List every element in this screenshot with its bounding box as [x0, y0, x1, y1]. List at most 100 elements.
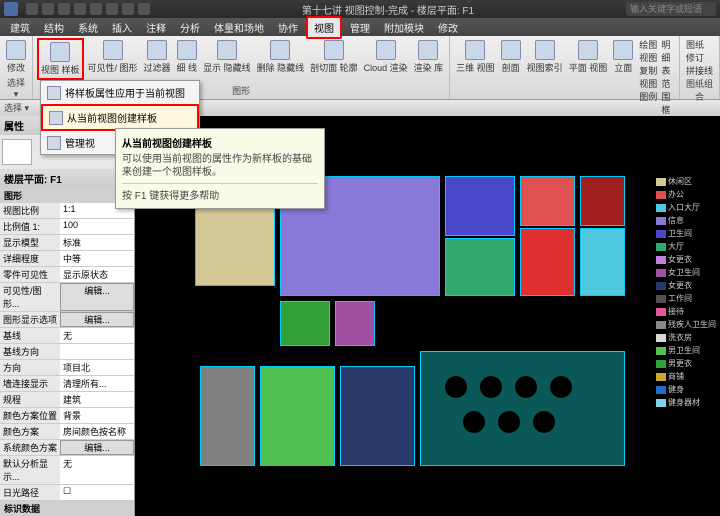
tab-addins[interactable]: 附加模块 — [378, 18, 430, 37]
elevation-button[interactable]: 立面 — [611, 38, 635, 76]
qat-icon[interactable] — [74, 3, 86, 15]
prop-value[interactable]: 清理所有... — [60, 376, 134, 391]
visibility-button[interactable]: 可见性/ 图形 — [86, 38, 140, 76]
prop-value[interactable]: 背景 — [60, 408, 134, 423]
qat-icon[interactable] — [42, 3, 54, 15]
legend-item: 接待 — [656, 306, 716, 317]
matchline-button[interactable]: 拼接线 — [684, 64, 713, 77]
tooltip-body: 可以使用当前视图的属性作为新样板的基础来创建一个视图样板。 — [122, 153, 318, 179]
floor-plan — [195, 176, 625, 476]
prop-row: 日光路径☐ — [0, 485, 134, 501]
legend-item: 女卫生间 — [656, 267, 716, 278]
qat-icon[interactable] — [138, 3, 150, 15]
filters-button[interactable]: 过滤器 — [142, 38, 173, 76]
prop-row: 系统颜色方案编辑... — [0, 440, 134, 456]
scope-box-button[interactable]: 范围 框 — [659, 77, 675, 116]
prop-value[interactable] — [60, 344, 134, 359]
tab-modify[interactable]: 修改 — [432, 18, 464, 37]
legend-label: 卫生间 — [668, 228, 692, 239]
prop-value[interactable]: 无 — [60, 456, 134, 484]
prop-value[interactable]: ☐ — [60, 485, 134, 500]
tab-massing[interactable]: 体量和场地 — [208, 18, 270, 37]
prop-value[interactable]: 项目北 — [60, 360, 134, 375]
color-legend: 休闲区办公入口大厅信息卫生间大厅女更衣女卫生间女更衣工作间接待残疾人卫生间洗衣房… — [656, 176, 716, 410]
cloud-render-button[interactable]: Cloud 渲染 — [362, 38, 410, 76]
prop-key: 墙连接显示 — [0, 376, 60, 391]
prop-row: 基线无 — [0, 328, 134, 344]
qat-icon[interactable] — [122, 3, 134, 15]
cut-profile-button[interactable]: 剖切面 轮廓 — [308, 38, 360, 76]
prop-value[interactable]: 编辑... — [60, 312, 134, 327]
prop-value[interactable]: 100 — [60, 219, 134, 234]
tab-system[interactable]: 系统 — [72, 18, 104, 37]
search-input[interactable]: 输入关键字或短语 — [626, 2, 716, 16]
revision-button[interactable]: 修订 — [684, 51, 713, 64]
plan-views-button[interactable]: 平面 视图 — [567, 38, 610, 76]
ribbon-group-sheets: 图纸 修订 拼接线 图纸组合 — [680, 36, 720, 99]
prop-value[interactable]: 无 — [60, 328, 134, 343]
thinlines-button[interactable]: 细 线 — [175, 38, 200, 76]
legend-swatch — [656, 295, 666, 303]
prop-value[interactable]: 显示原状态 — [60, 267, 134, 282]
tab-analyze[interactable]: 分析 — [174, 18, 206, 37]
menubar: 建筑 结构 系统 插入 注释 分析 体量和场地 协作 视图 管理 附加模块 修改 — [0, 18, 720, 36]
legend-label: 女卫生间 — [668, 267, 700, 278]
tab-annotate[interactable]: 注释 — [140, 18, 172, 37]
tab-manage[interactable]: 管理 — [344, 18, 376, 37]
prop-key: 基线 — [0, 328, 60, 343]
qat-icon[interactable] — [26, 3, 38, 15]
prop-value[interactable]: 编辑... — [60, 440, 134, 455]
tab-struct[interactable]: 结构 — [38, 18, 70, 37]
section-identity: 标识数据 — [0, 501, 134, 516]
prop-row: 默认分析显示...无 — [0, 456, 134, 485]
prop-value[interactable]: 标准 — [60, 235, 134, 250]
sheet-button[interactable]: 图纸 — [684, 38, 713, 51]
legend-label: 女更衣 — [668, 254, 692, 265]
qat-icon[interactable] — [90, 3, 102, 15]
prop-row: 墙连接显示清理所有... — [0, 376, 134, 392]
manage-icon — [47, 136, 61, 150]
legend-label: 接待 — [668, 306, 684, 317]
3dview-button[interactable]: 三维 视图 — [454, 38, 497, 76]
prop-row: 详细程度中等 — [0, 251, 134, 267]
legend-item: 女更衣 — [656, 280, 716, 291]
instance-label[interactable]: 楼层平面: F1 — [0, 169, 134, 188]
show-hidden-button[interactable]: 显示 隐藏线 — [201, 38, 253, 76]
create-icon — [49, 111, 63, 125]
prop-row: 图形显示选项编辑... — [0, 312, 134, 328]
prop-row: 颜色方案房间颜色按名称 — [0, 424, 134, 440]
legend-swatch — [656, 269, 666, 277]
create-template-item[interactable]: 从当前视图创建样板 — [41, 104, 199, 131]
prop-value[interactable]: 建筑 — [60, 392, 134, 407]
duplicate-view-button[interactable]: 复制 视图 — [637, 64, 657, 90]
remove-hidden-button[interactable]: 删除 隐藏线 — [255, 38, 307, 76]
prop-key: 默认分析显示... — [0, 456, 60, 484]
tab-arch[interactable]: 建筑 — [4, 18, 36, 37]
prop-value[interactable]: 中等 — [60, 251, 134, 266]
prop-value[interactable]: 编辑... — [60, 283, 134, 311]
drafting-view-button[interactable]: 绘图 视图 — [637, 38, 657, 64]
legends-button[interactable]: 图例 — [637, 90, 657, 103]
prop-key: 显示模型 — [0, 235, 60, 250]
callout-button[interactable]: 视图索引 — [525, 38, 565, 76]
section-button[interactable]: 剖面 — [499, 38, 523, 76]
legend-item: 信息 — [656, 215, 716, 226]
legend-swatch — [656, 347, 666, 355]
tab-insert[interactable]: 插入 — [106, 18, 138, 37]
render-gallery-button[interactable]: 渲染 库 — [412, 38, 446, 76]
legend-swatch — [656, 321, 666, 329]
modify-button[interactable]: 修改 — [4, 38, 28, 76]
legend-item: 工作间 — [656, 293, 716, 304]
apply-template-item[interactable]: 将样板属性应用于当前视图 — [41, 81, 199, 104]
legend-swatch — [656, 256, 666, 264]
legend-label: 健身器材 — [668, 397, 700, 408]
qat-icon[interactable] — [58, 3, 70, 15]
legend-label: 商铺 — [668, 371, 684, 382]
view-template-button[interactable]: 视图 样板 — [37, 38, 84, 80]
legend-item: 残疾人卫生间 — [656, 319, 716, 330]
qat-icon[interactable] — [106, 3, 118, 15]
schedules-button[interactable]: 明细表 — [659, 38, 675, 77]
prop-key: 零件可见性 — [0, 267, 60, 282]
tab-collab[interactable]: 协作 — [272, 18, 304, 37]
prop-value[interactable]: 房间颜色按名称 — [60, 424, 134, 439]
